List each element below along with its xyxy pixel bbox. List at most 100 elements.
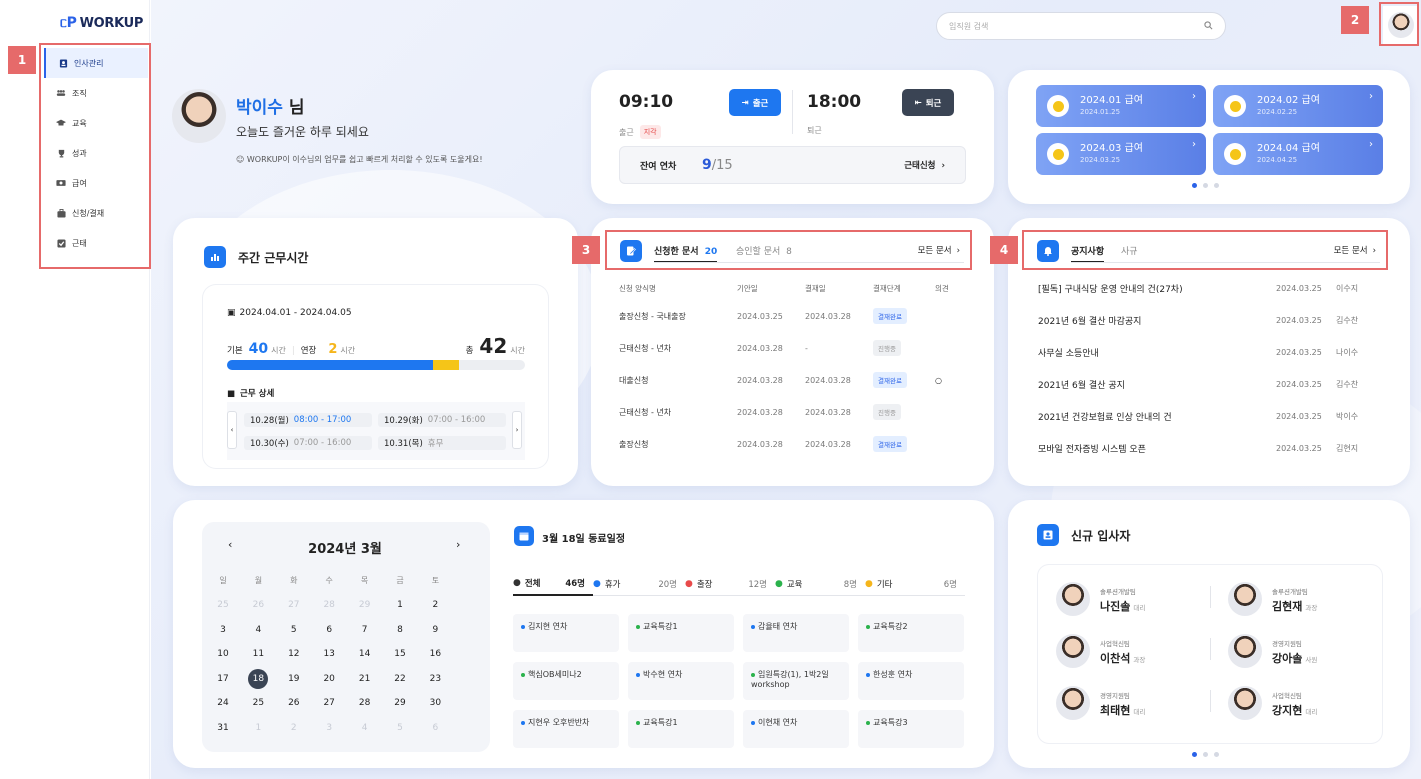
calendar-day[interactable]: 28	[353, 694, 377, 712]
new-hire-item[interactable]: 솔루션개발팀 김현재 과장	[1228, 578, 1378, 618]
calendar-day[interactable]: 2	[423, 596, 447, 614]
calendar-day[interactable]: 12	[282, 645, 306, 663]
calendar-day[interactable]: 25	[246, 694, 270, 712]
schedule-event[interactable]: 교육특강2	[858, 614, 964, 652]
work-day-item[interactable]: 10.29(화) 07:00 - 16:00	[378, 413, 506, 427]
calendar-day[interactable]: 9	[423, 621, 447, 639]
next-week-button[interactable]: ›	[512, 411, 522, 449]
schedule-filter-1[interactable]: ● 휴가 20명	[593, 572, 685, 596]
calendar-day[interactable]: 7	[353, 621, 377, 639]
calendar-day[interactable]: 17	[211, 670, 235, 688]
calendar-day[interactable]: 19	[282, 670, 306, 688]
new-hire-item[interactable]: 경영지원팀 강아솔 사원	[1228, 630, 1378, 670]
table-row[interactable]: 출장신청 2024.03.28 2024.03.28 결재완료	[619, 434, 959, 454]
comment-mark: ○	[935, 375, 942, 385]
schedule-event[interactable]: 박수현 연차	[628, 662, 734, 700]
schedule-event[interactable]: 교육특강1	[628, 710, 734, 748]
brand-logo[interactable]: ᥴP WORKUP	[60, 15, 143, 31]
leave-summary[interactable]: 잔여 연차 9 /15 근태신청 ›	[619, 146, 966, 184]
employee-search[interactable]: 임직원 검색	[936, 12, 1226, 40]
list-item[interactable]: 모바일 전자증빙 시스템 오픈 2024.03.25 김현지	[1038, 438, 1380, 458]
draft-date: 2024.03.28	[737, 407, 783, 417]
payslip-item[interactable]: 2024.02 급여 2024.02.25 ›	[1213, 85, 1383, 127]
calendar-day[interactable]: 4	[246, 621, 270, 639]
calendar-day[interactable]: 1	[246, 719, 270, 737]
table-row[interactable]: 대출신청 2024.03.28 2024.03.28 결재완료 ○	[619, 370, 959, 390]
list-item[interactable]: 2021년 건강보험료 인상 안내의 건 2024.03.25 박이수	[1038, 406, 1380, 426]
schedule-event[interactable]: 교육특강3	[858, 710, 964, 748]
schedule-filter-4[interactable]: ● 기타 6명	[865, 572, 965, 596]
calendar-day[interactable]: 1	[388, 596, 412, 614]
new-hire-item[interactable]: 솔루션개발팀 나진솔 대리	[1056, 578, 1206, 618]
table-row[interactable]: 출장신청 - 국내출장 2024.03.25 2024.03.28 결재완료	[619, 306, 959, 326]
calendar-day[interactable]: 14	[353, 645, 377, 663]
calendar-day[interactable]: 5	[388, 719, 412, 737]
calendar-day[interactable]: 2	[282, 719, 306, 737]
new-hire-item[interactable]: 경영지원팀 최태현 대리	[1056, 682, 1206, 722]
schedule-event[interactable]: 한성훈 연차	[858, 662, 964, 700]
calendar-day[interactable]: 24	[211, 694, 235, 712]
employee-dept: 경영지원팀	[1100, 692, 1130, 700]
prev-month-button[interactable]: ‹	[228, 538, 232, 551]
list-item[interactable]: [필독] 구내식당 운영 안내의 건(27차) 2024.03.25 이수지	[1038, 278, 1380, 298]
schedule-event[interactable]: 지현우 오후반반차	[513, 710, 619, 748]
calendar-day[interactable]: 30	[423, 694, 447, 712]
calendar-day[interactable]: 27	[282, 596, 306, 614]
calendar-day[interactable]: 22	[388, 670, 412, 688]
schedule-filter-3[interactable]: ● 교육 8명	[775, 572, 865, 596]
schedule-event[interactable]: 김지현 연차	[513, 614, 619, 652]
calendar-day[interactable]: 26	[282, 694, 306, 712]
list-item[interactable]: 사무실 소등안내 2024.03.25 나이수	[1038, 342, 1380, 362]
calendar-day[interactable]: 31	[211, 719, 235, 737]
schedule-event[interactable]: 감율태 연차	[743, 614, 849, 652]
table-row[interactable]: 근태신청 - 년차 2024.03.28 2024.03.28 진행중	[619, 402, 959, 422]
calendar-day[interactable]: 23	[423, 670, 447, 688]
schedule-event[interactable]: 임원특강(1), 1박2일 workshop	[743, 662, 849, 700]
schedule-filter-2[interactable]: ● 출장 12명	[685, 572, 775, 596]
new-hire-item[interactable]: 사업혁신팀 이찬석 과장	[1056, 630, 1206, 670]
work-day-item[interactable]: 10.30(수) 07:00 - 16:00	[244, 436, 372, 450]
prev-week-button[interactable]: ‹	[227, 411, 237, 449]
calendar-day[interactable]: 26	[246, 596, 270, 614]
schedule-event[interactable]: 교육특강1	[628, 614, 734, 652]
search-input[interactable]: 임직원 검색	[949, 21, 988, 32]
table-row[interactable]: 근태신청 - 년차 2024.03.28 - 진행중	[619, 338, 959, 358]
list-item[interactable]: 2021년 6월 결산 마감공지 2024.03.25 김수찬	[1038, 310, 1380, 330]
leave-apply-link[interactable]: 근태신청 ›	[904, 159, 945, 171]
carousel-dots[interactable]	[1192, 183, 1219, 188]
calendar-day[interactable]: 6	[317, 621, 341, 639]
calendar-day[interactable]: 21	[353, 670, 377, 688]
calendar-day[interactable]: 25	[211, 596, 235, 614]
list-item[interactable]: 2021년 6월 결산 공지 2024.03.25 김수찬	[1038, 374, 1380, 394]
schedule-filter-0[interactable]: ● 전체 46명	[513, 572, 593, 596]
calendar-day[interactable]: 3	[317, 719, 341, 737]
work-day-item[interactable]: 10.28(월) 08:00 - 17:00	[244, 413, 372, 427]
calendar-day[interactable]: 13	[317, 645, 341, 663]
calendar-day[interactable]: 5	[282, 621, 306, 639]
payslip-item[interactable]: 2024.04 급여 2024.04.25 ›	[1213, 133, 1383, 175]
next-month-button[interactable]: ›	[456, 538, 460, 551]
search-icon[interactable]	[1204, 20, 1213, 32]
calendar-day[interactable]: 29	[353, 596, 377, 614]
clock-out-button[interactable]: ⇤ 퇴근	[902, 89, 954, 116]
carousel-dots[interactable]	[1192, 752, 1219, 757]
schedule-event[interactable]: 핵심OB세미나2	[513, 662, 619, 700]
clock-in-button[interactable]: ⇥ 출근	[729, 89, 781, 116]
calendar-day[interactable]: 28	[317, 596, 341, 614]
calendar-day[interactable]: 10	[211, 645, 235, 663]
calendar-day[interactable]: 15	[388, 645, 412, 663]
payslip-item[interactable]: 2024.01 급여 2024.01.25 ›	[1036, 85, 1206, 127]
calendar-day[interactable]: 27	[317, 694, 341, 712]
calendar-day[interactable]: 8	[388, 621, 412, 639]
calendar-day[interactable]: 11	[246, 645, 270, 663]
payslip-item[interactable]: 2024.03 급여 2024.03.25 ›	[1036, 133, 1206, 175]
calendar-day[interactable]: 20	[317, 670, 341, 688]
schedule-event[interactable]: 이현채 연차	[743, 710, 849, 748]
calendar-day[interactable]: 3	[211, 621, 235, 639]
calendar-day[interactable]: 4	[353, 719, 377, 737]
calendar-day[interactable]: 29	[388, 694, 412, 712]
work-day-item[interactable]: 10.31(목) 휴무	[378, 436, 506, 450]
calendar-day[interactable]: 16	[423, 645, 447, 663]
calendar-day[interactable]: 6	[423, 719, 447, 737]
new-hire-item[interactable]: 사업혁신팀 강지현 대리	[1228, 682, 1378, 722]
